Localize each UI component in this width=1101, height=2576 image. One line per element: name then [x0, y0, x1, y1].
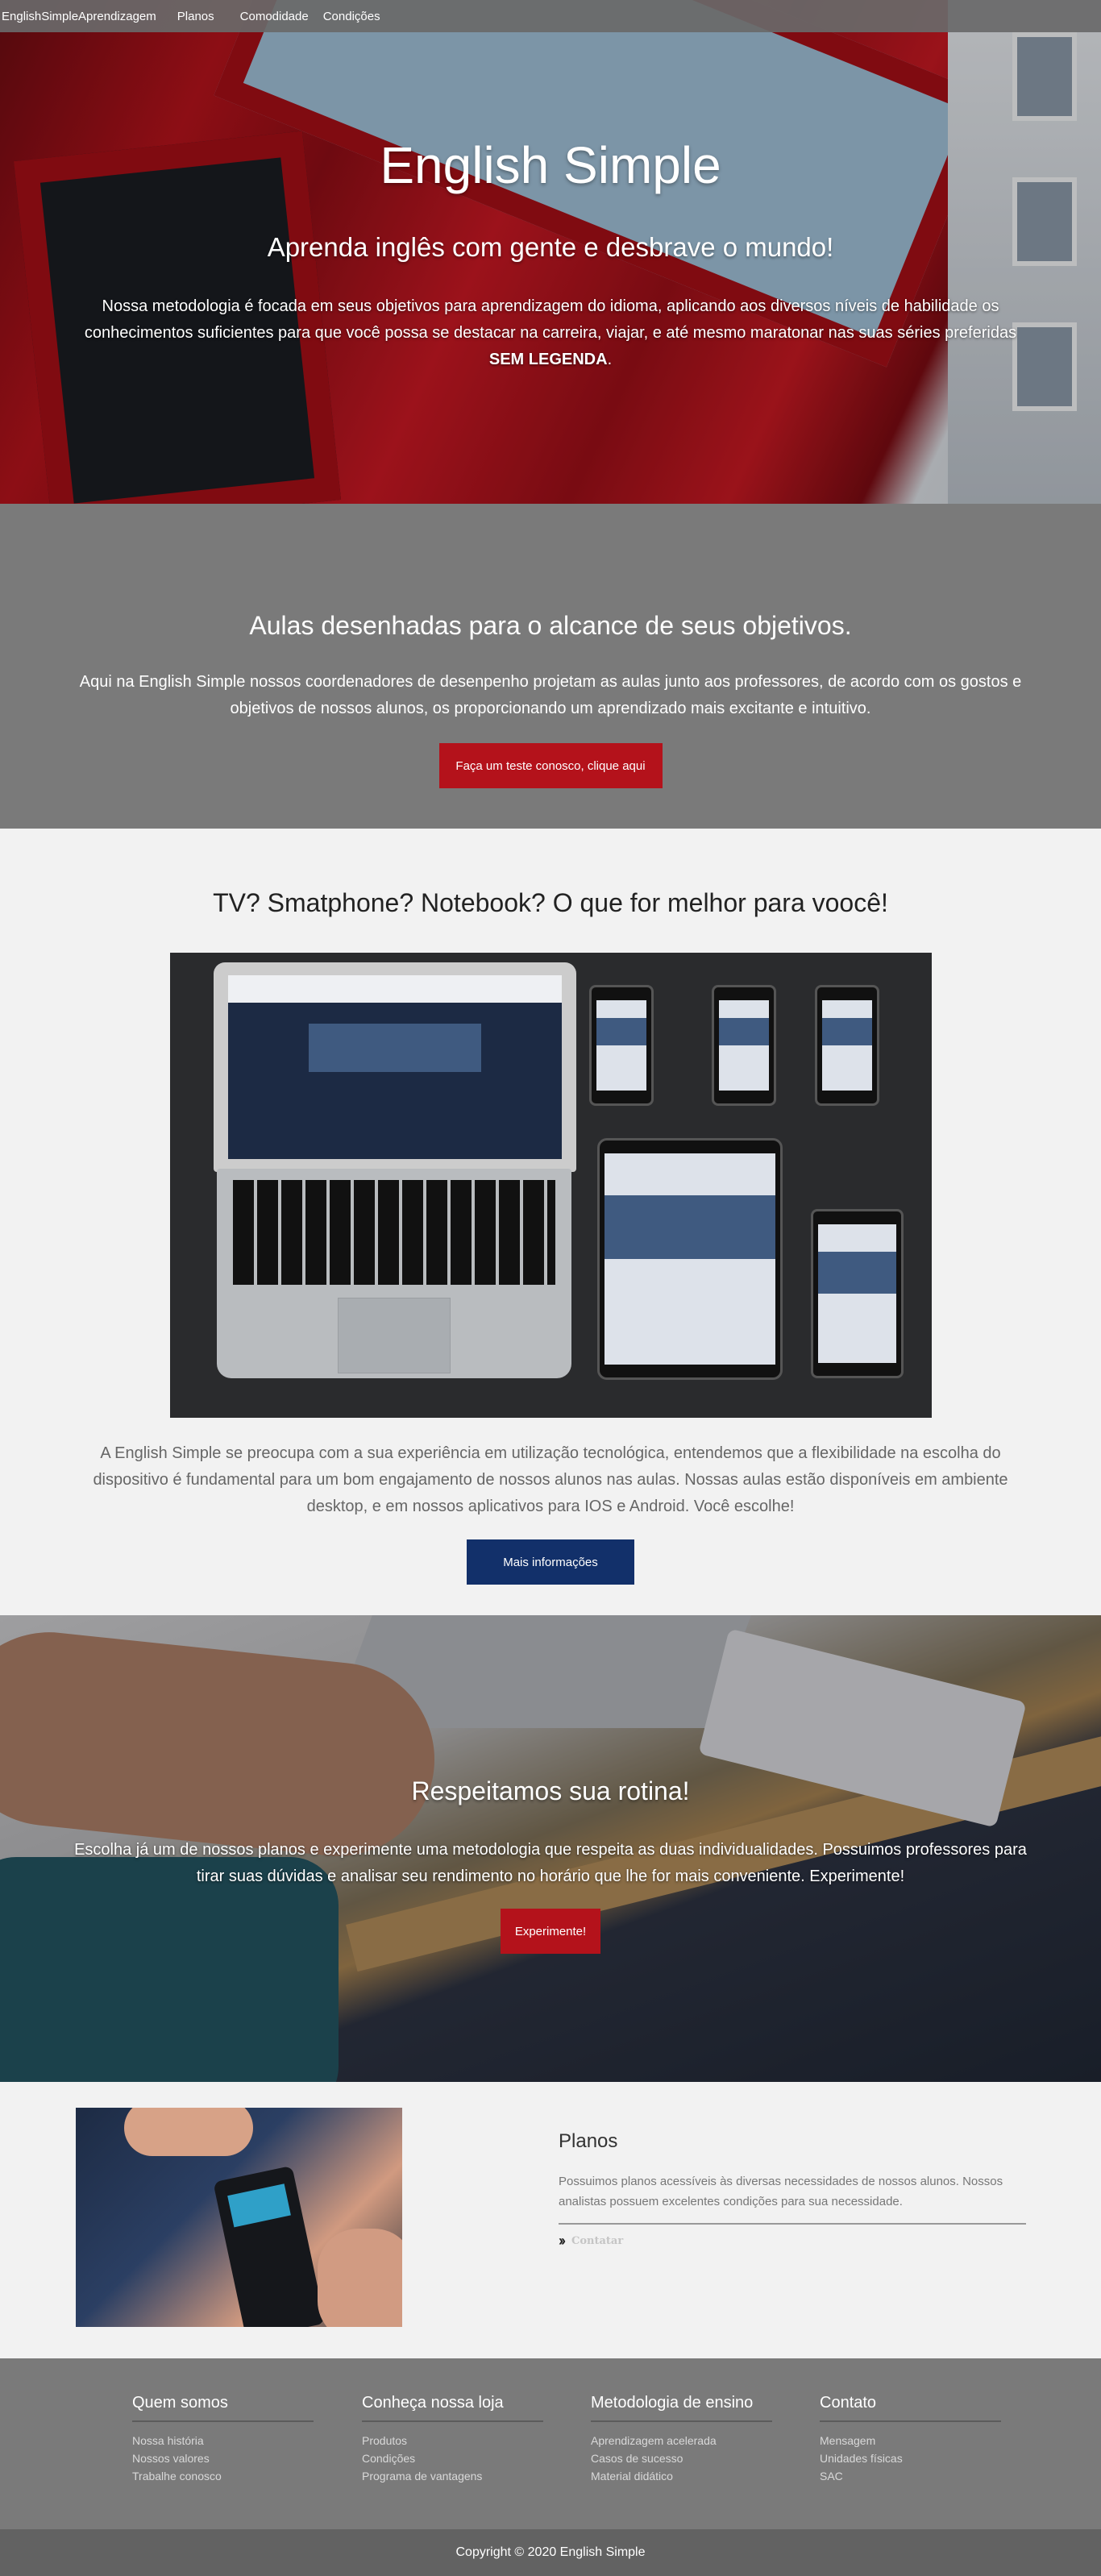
- planos-title: Planos: [559, 2130, 618, 2152]
- planos-section: Planos Possuimos planos acessíveis às di…: [0, 2082, 1101, 2358]
- footer-link[interactable]: Material didático: [591, 2467, 772, 2485]
- hero-description: Nossa metodologia é focada em seus objet…: [67, 293, 1034, 373]
- footer-link[interactable]: Nossos valores: [132, 2449, 314, 2467]
- rotina-section: Respeitamos sua rotina! Escolha já um de…: [0, 1615, 1101, 2082]
- footer-heading: Contato: [820, 2394, 877, 2412]
- footer-link[interactable]: Nossa história: [132, 2432, 314, 2449]
- nav-link-planos[interactable]: Planos: [177, 10, 214, 23]
- footer-link[interactable]: Aprendizagem acelerada: [591, 2432, 772, 2449]
- aulas-title: Aulas desenhadas para o alcance de seus …: [249, 611, 852, 640]
- devices-text: A English Simple se preocupa com a sua e…: [93, 1444, 1008, 1515]
- aulas-section: Aulas desenhadas para o alcance de seus …: [0, 504, 1101, 829]
- footer-link[interactable]: Produtos: [362, 2432, 543, 2449]
- footer-heading: Conheça nossa loja: [362, 2394, 504, 2412]
- hero-section: English Simple Aprenda inglês com gente …: [0, 0, 1101, 504]
- footer-link[interactable]: Mensagem: [820, 2432, 1001, 2449]
- footer-link[interactable]: Programa de vantagens: [362, 2467, 543, 2485]
- footer-column-quem-somos: Quem somos Nossa história Nossos valores…: [132, 2394, 314, 2485]
- planos-divider: [559, 2223, 1026, 2225]
- nav-link-condicoes[interactable]: Condições: [323, 10, 380, 23]
- footer-link[interactable]: Casos de sucesso: [591, 2449, 772, 2467]
- laptop-image: [213, 962, 576, 1172]
- rotina-title: Respeitamos sua rotina!: [411, 1776, 690, 1805]
- nav-link-comodidade[interactable]: Comodidade: [240, 10, 309, 23]
- hero-subtitle: Aprenda inglês com gente e desbrave o mu…: [267, 232, 834, 262]
- experimente-button[interactable]: Experimente!: [501, 1909, 600, 1954]
- footer-column-contato: Contato Mensagem Unidades físicas SAC: [820, 2394, 1001, 2485]
- footer: Quem somos Nossa história Nossos valores…: [0, 2358, 1101, 2529]
- hero-title: English Simple: [380, 136, 721, 194]
- devices-section: TV? Smatphone? Notebook? O que for melho…: [0, 829, 1101, 1615]
- rotina-text: Escolha já um de nossos planos e experim…: [74, 1841, 1027, 1885]
- phone-image: [810, 1209, 904, 1378]
- hero-description-text: Nossa metodologia é focada em seus objet…: [84, 297, 1017, 342]
- nav-link-aprendizagem[interactable]: Aprendizagem: [78, 10, 156, 23]
- mais-informacoes-button[interactable]: Mais informações: [467, 1539, 634, 1585]
- copyright-bar: Copyright © 2020 English Simple: [0, 2529, 1101, 2576]
- hero-highlight: SEM LEGENDA: [488, 351, 608, 368]
- devices-title: TV? Smatphone? Notebook? O que for melho…: [213, 888, 888, 917]
- keyboard-image: [216, 1169, 571, 1378]
- devices-photo: [169, 953, 932, 1418]
- footer-link[interactable]: SAC: [820, 2467, 1001, 2485]
- top-navbar: EnglishSimple Aprendizagem Planos Comodi…: [0, 0, 1101, 32]
- footer-column-loja: Conheça nossa loja Produtos Condições Pr…: [362, 2394, 543, 2485]
- double-chevron-right-icon: ››: [559, 2233, 566, 2249]
- phone-image: [814, 985, 879, 1106]
- tablet-image: [596, 1138, 783, 1380]
- footer-heading: Metodologia de ensino: [591, 2394, 754, 2412]
- footer-link[interactable]: Trabalhe conosco: [132, 2467, 314, 2485]
- footer-column-metodologia: Metodologia de ensino Aprendizagem acele…: [591, 2394, 772, 2485]
- phone-image: [588, 985, 654, 1106]
- aulas-text: Aqui na English Simple nossos coordenado…: [79, 673, 1022, 717]
- hero-description-end: .: [607, 351, 613, 368]
- planos-text: Possuimos planos acessíveis às diversas …: [559, 2175, 1003, 2208]
- brand-logo-text[interactable]: EnglishSimple: [2, 10, 78, 23]
- footer-link[interactable]: Condições: [362, 2449, 543, 2467]
- teste-button[interactable]: Faça um teste conosco, clique aqui: [438, 743, 663, 788]
- payment-terminal-image: [76, 2108, 402, 2327]
- footer-heading: Quem somos: [132, 2394, 228, 2412]
- contatar-link[interactable]: Contatar: [571, 2235, 623, 2247]
- phone-image: [711, 985, 776, 1106]
- footer-link[interactable]: Unidades físicas: [820, 2449, 1001, 2467]
